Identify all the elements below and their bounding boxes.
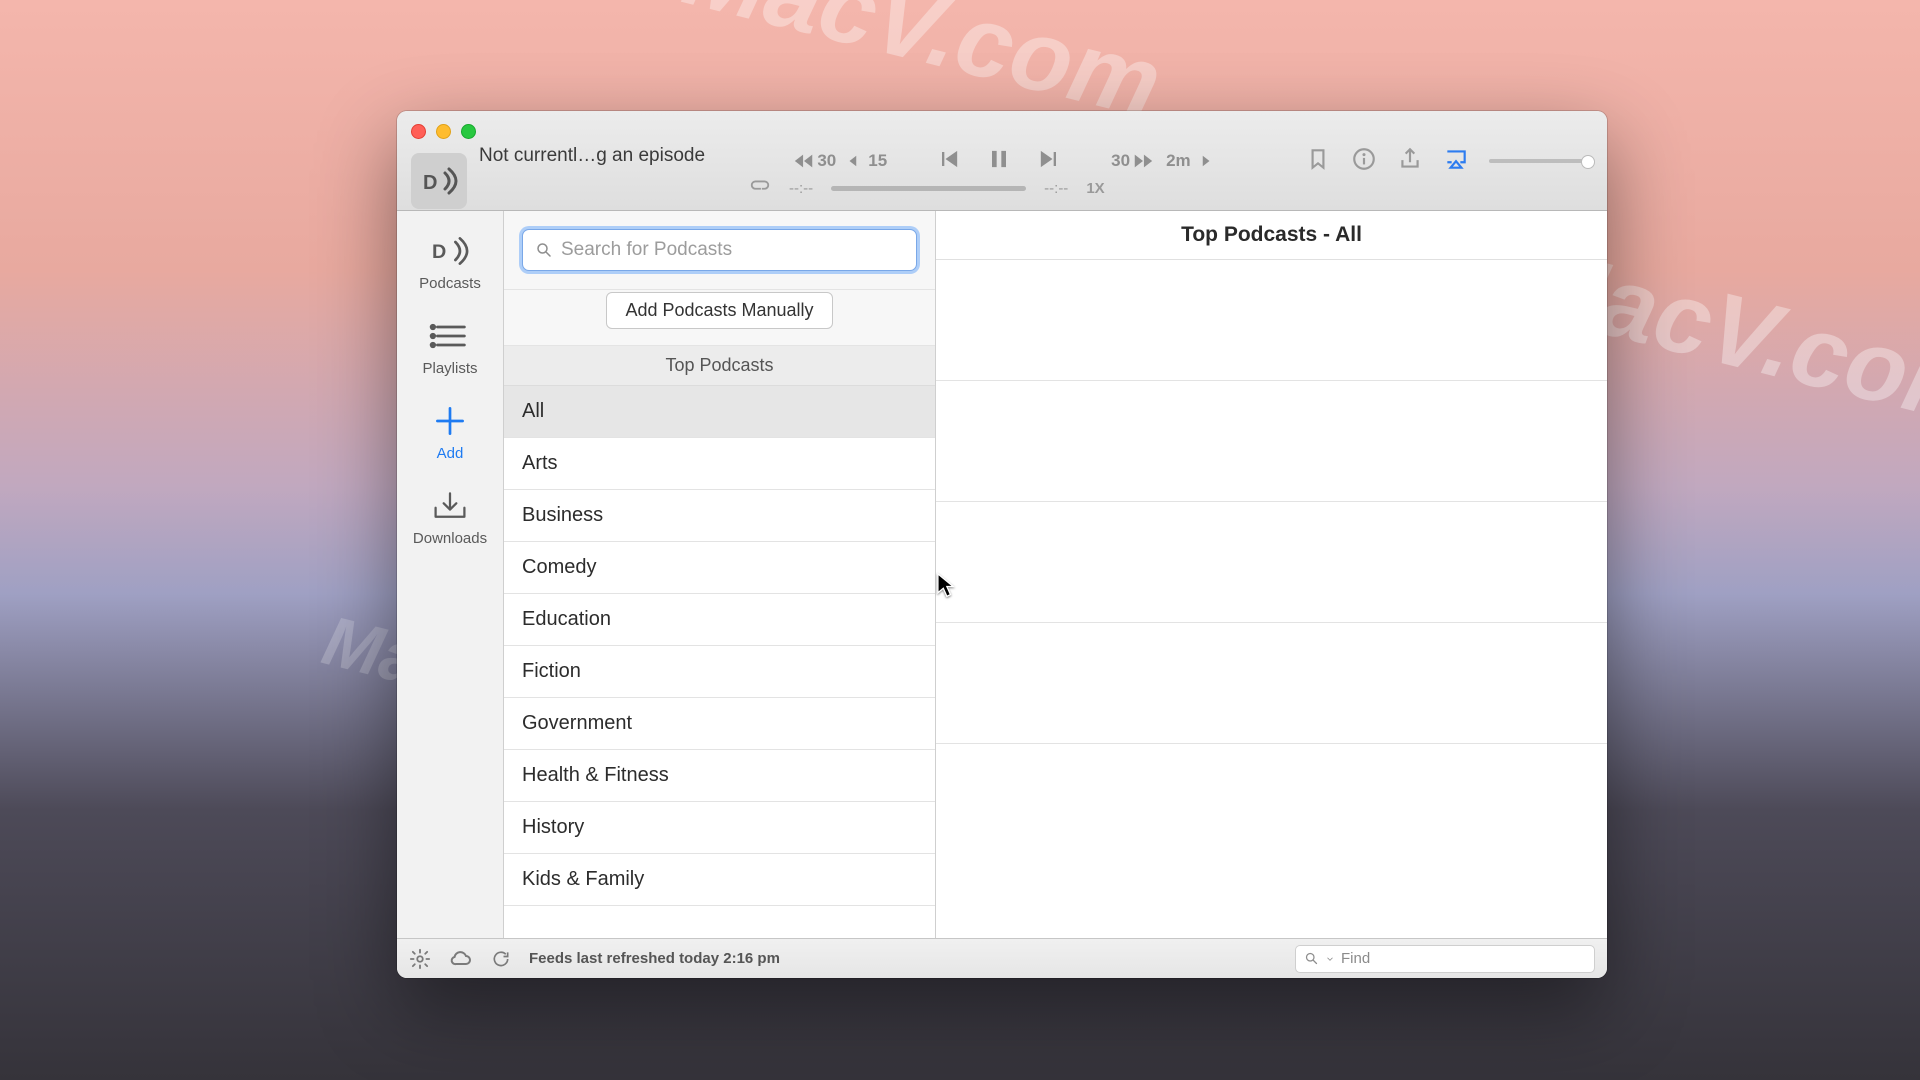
add-podcasts-manually-button[interactable]: Add Podcasts Manually: [606, 292, 832, 329]
detail-list: [936, 260, 1607, 744]
top-podcasts-header: Top Podcasts: [504, 346, 935, 386]
time-remaining: --:--: [1044, 180, 1068, 197]
search-input[interactable]: [522, 229, 917, 271]
sidebar-item-podcasts[interactable]: D Podcasts: [397, 227, 503, 298]
category-item-business[interactable]: Business: [504, 490, 935, 542]
play-pause-button[interactable]: [985, 145, 1013, 178]
category-item-all[interactable]: All: [504, 386, 935, 438]
category-item-health-fitness[interactable]: Health & Fitness: [504, 750, 935, 802]
airplay-icon[interactable]: [1443, 146, 1469, 177]
category-list[interactable]: All Arts Business Comedy Education Ficti…: [504, 386, 935, 938]
playback-rate-button[interactable]: 1X: [1086, 180, 1104, 197]
category-item-kids-family[interactable]: Kids & Family: [504, 854, 935, 906]
app-window: D Not currentl…g an episode 30 15: [397, 111, 1607, 978]
progress-bar[interactable]: [831, 186, 1026, 191]
category-item-fiction[interactable]: Fiction: [504, 646, 935, 698]
list-item[interactable]: [936, 260, 1607, 381]
list-item[interactable]: [936, 502, 1607, 623]
detail-title: Top Podcasts - All: [936, 211, 1607, 260]
cloud-icon[interactable]: [449, 947, 473, 971]
skip-back-30-label: 30: [817, 151, 836, 171]
category-item-arts[interactable]: Arts: [504, 438, 935, 490]
find-input[interactable]: Find: [1295, 945, 1595, 973]
search-input-field[interactable]: [561, 239, 904, 261]
find-placeholder: Find: [1341, 950, 1370, 967]
previous-track-button[interactable]: [935, 145, 963, 178]
info-icon[interactable]: [1351, 146, 1377, 177]
skip-back-15-label: 15: [868, 151, 887, 171]
sidebar-item-label: Playlists: [422, 360, 477, 377]
sidebar: D Podcasts Playlists Add Downloads: [397, 211, 504, 938]
category-item-government[interactable]: Government: [504, 698, 935, 750]
list-item[interactable]: [936, 623, 1607, 744]
time-elapsed: --:--: [789, 180, 813, 197]
category-panel: Add Podcasts Manually Top Podcasts All A…: [504, 211, 936, 938]
next-track-button[interactable]: [1035, 145, 1063, 178]
settings-icon[interactable]: [409, 948, 431, 970]
sidebar-item-label: Add: [437, 445, 464, 462]
skip-fwd-2m-button[interactable]: 2m: [1166, 151, 1211, 171]
chevron-down-icon: [1325, 954, 1335, 964]
toolbar: D Not currentl…g an episode 30 15: [397, 111, 1607, 211]
list-item[interactable]: [936, 381, 1607, 502]
category-item-history[interactable]: History: [504, 802, 935, 854]
sidebar-item-label: Podcasts: [419, 275, 481, 292]
refresh-icon[interactable]: [491, 949, 511, 969]
detail-panel: Top Podcasts - All: [936, 211, 1607, 938]
skip-back-15-button[interactable]: 15: [848, 151, 887, 171]
search-icon: [535, 241, 553, 259]
skip-fwd-30-button[interactable]: 30: [1111, 150, 1154, 172]
sidebar-item-label: Downloads: [413, 530, 487, 547]
share-icon[interactable]: [1397, 146, 1423, 177]
loop-icon[interactable]: [749, 175, 771, 201]
status-text: Feeds last refreshed today 2:16 pm: [529, 950, 780, 967]
desktop-background: MacV.com MacV.com MacV.com D Not current…: [0, 0, 1920, 1080]
sidebar-item-playlists[interactable]: Playlists: [397, 312, 503, 383]
status-bar: Feeds last refreshed today 2:16 pm Find: [397, 938, 1607, 978]
category-item-comedy[interactable]: Comedy: [504, 542, 935, 594]
svg-text:D: D: [432, 241, 446, 263]
sidebar-item-add[interactable]: Add: [397, 397, 503, 468]
sidebar-item-downloads[interactable]: Downloads: [397, 482, 503, 553]
bookmark-icon[interactable]: [1305, 146, 1331, 177]
skip-fwd-30-label: 30: [1111, 151, 1130, 171]
skip-fwd-2m-label: 2m: [1166, 151, 1191, 171]
volume-slider[interactable]: [1489, 159, 1589, 163]
category-item-education[interactable]: Education: [504, 594, 935, 646]
search-icon: [1304, 951, 1319, 966]
skip-back-30-button[interactable]: 30: [793, 150, 836, 172]
